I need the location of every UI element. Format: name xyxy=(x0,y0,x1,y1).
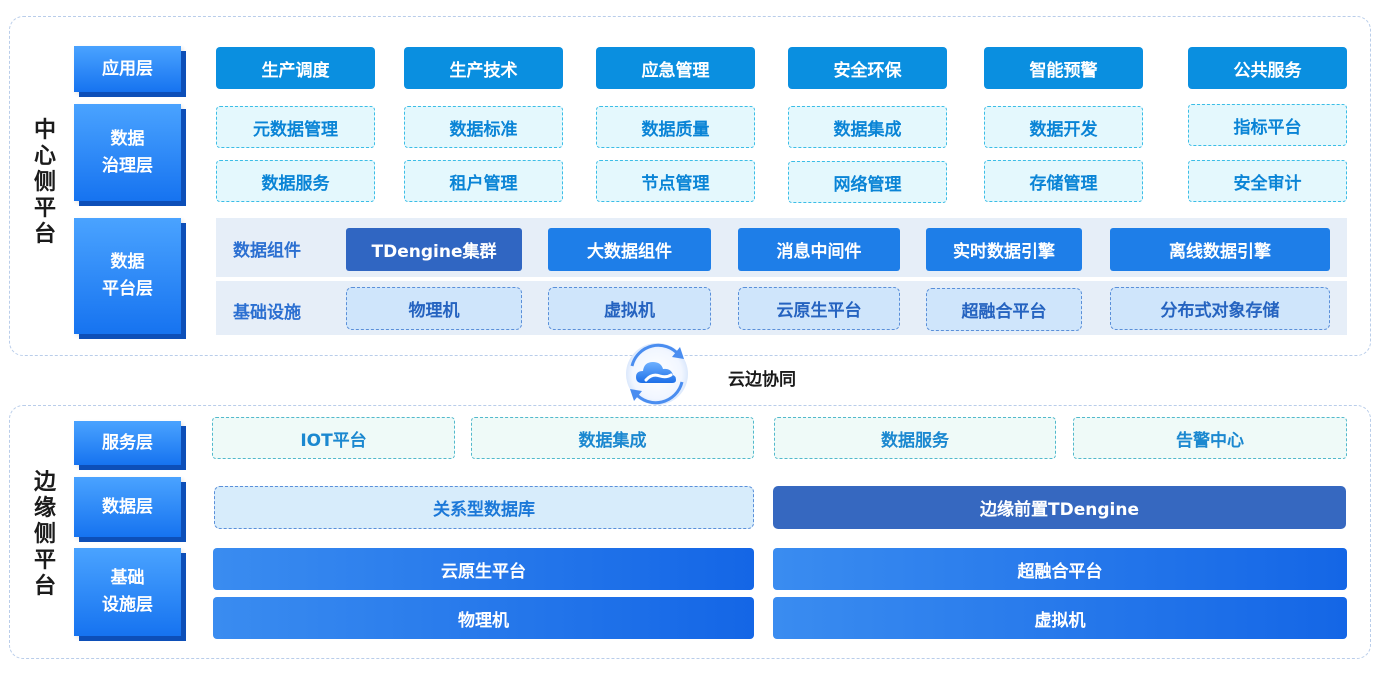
cloud-sync-icon xyxy=(618,339,696,409)
app-production-scheduling: 生产调度 xyxy=(216,47,375,89)
edge-infra-hyperconverged: 超融合平台 xyxy=(773,548,1347,590)
infra-virtual-machine: 虚拟机 xyxy=(548,287,711,330)
app-emergency-management: 应急管理 xyxy=(596,47,755,89)
gov-tenant-management: 租户管理 xyxy=(404,160,563,202)
component-realtime-engine: 实时数据引擎 xyxy=(926,228,1082,271)
gov-data-service: 数据服务 xyxy=(216,160,375,202)
app-production-technology: 生产技术 xyxy=(404,47,563,89)
components-label: 数据组件 xyxy=(233,241,301,261)
layer-data: 数据层 xyxy=(74,477,181,537)
gov-node-management: 节点管理 xyxy=(596,160,755,202)
cloud-edge-sync-label: 云边协同 xyxy=(728,370,796,390)
component-message-middleware: 消息中间件 xyxy=(738,228,900,271)
gov-security-audit: 安全审计 xyxy=(1188,160,1347,202)
gov-storage-management: 存储管理 xyxy=(984,160,1143,202)
gov-data-quality: 数据质量 xyxy=(596,106,755,148)
component-offline-engine: 离线数据引擎 xyxy=(1110,228,1330,271)
service-data-integration: 数据集成 xyxy=(471,417,754,459)
infra-cloud-native: 云原生平台 xyxy=(738,287,900,330)
infra-hyperconverged: 超融合平台 xyxy=(926,288,1082,331)
infrastructure-label: 基础设施 xyxy=(233,303,301,323)
gov-data-development: 数据开发 xyxy=(984,106,1143,148)
center-platform-title: 中 心 侧 平 台 xyxy=(33,118,56,247)
gov-network-management: 网络管理 xyxy=(788,161,947,203)
infra-object-storage: 分布式对象存储 xyxy=(1110,287,1330,330)
layer-service: 服务层 xyxy=(74,421,181,465)
gov-metadata-management: 元数据管理 xyxy=(216,106,375,148)
layer-data-governance: 数据 治理层 xyxy=(74,104,181,201)
service-iot-platform: IOT平台 xyxy=(212,417,455,459)
app-intelligent-warning: 智能预警 xyxy=(984,47,1143,89)
component-tdengine-cluster: TDengine集群 xyxy=(346,228,522,271)
infra-physical-machine: 物理机 xyxy=(346,287,522,330)
app-public-service: 公共服务 xyxy=(1188,47,1347,89)
edge-platform-title: 边 缘 侧 平 台 xyxy=(33,470,56,599)
service-data-service: 数据服务 xyxy=(774,417,1056,459)
layer-data-platform: 数据 平台层 xyxy=(74,218,181,334)
gov-data-integration: 数据集成 xyxy=(788,106,947,148)
gov-metrics-platform: 指标平台 xyxy=(1188,104,1347,146)
layer-application: 应用层 xyxy=(74,46,181,92)
app-safety-environment: 安全环保 xyxy=(788,47,947,89)
edge-infra-cloud-native: 云原生平台 xyxy=(213,548,754,590)
gov-data-standard: 数据标准 xyxy=(404,106,563,148)
component-big-data: 大数据组件 xyxy=(548,228,711,271)
layer-infrastructure: 基础 设施层 xyxy=(74,548,181,636)
edge-infra-virtual-machine: 虚拟机 xyxy=(773,597,1347,639)
edge-infra-physical-machine: 物理机 xyxy=(213,597,754,639)
service-alarm-center: 告警中心 xyxy=(1073,417,1347,459)
edge-tdengine-frontend: 边缘前置TDengine xyxy=(773,486,1346,529)
edge-relational-database: 关系型数据库 xyxy=(214,486,754,529)
